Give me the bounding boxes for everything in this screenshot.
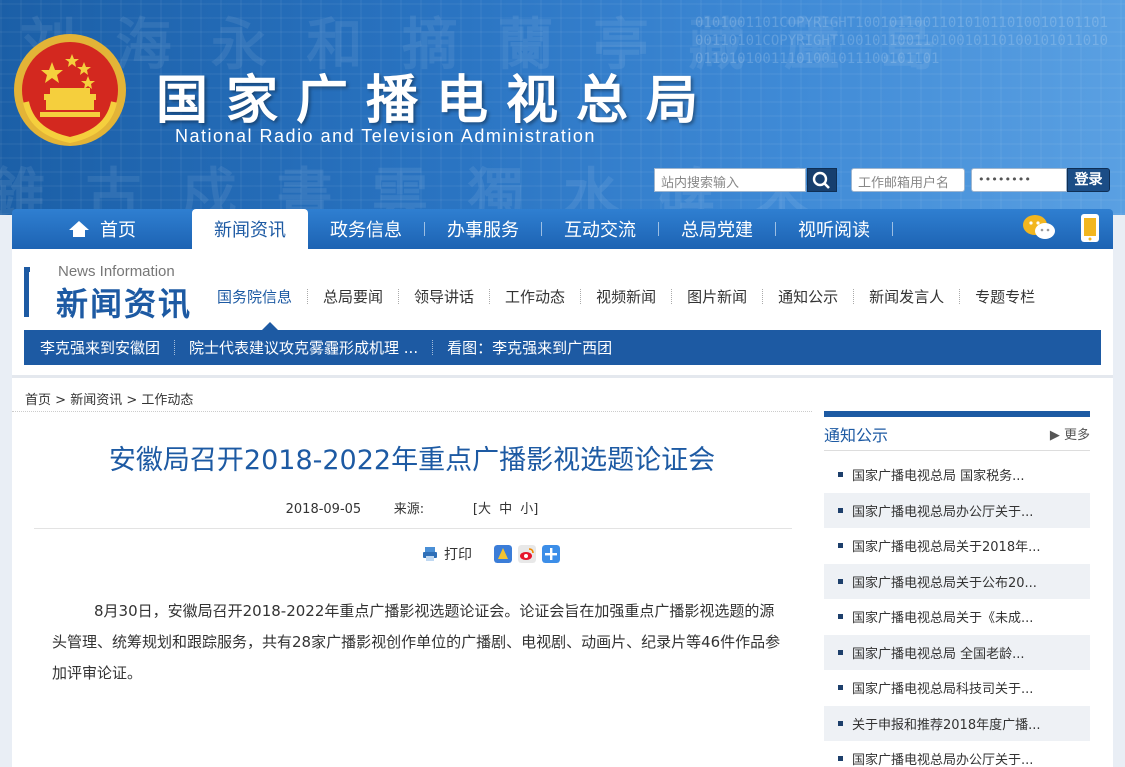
notice-panel-header: 通知公示 ▶ 更多 (824, 417, 1090, 451)
section-bracket-decor (24, 267, 30, 317)
article-source-label: 来源: (393, 502, 425, 517)
ticker-link[interactable]: 院士代表建议攻克雾霾形成机理 ... (189, 337, 432, 358)
subnav-item-video-news[interactable]: 视频新闻 (581, 286, 671, 307)
notice-item[interactable]: 国家广播电视总局 国家税务... (824, 457, 1090, 493)
notice-link[interactable]: 国家广播电视总局 全国老龄... (852, 643, 1025, 662)
nav-item-home[interactable]: 首页 (12, 209, 192, 249)
nav-item-government-info[interactable]: 政务信息 (308, 209, 424, 249)
subnav-item-topics[interactable]: 专题专栏 (960, 286, 1050, 307)
bullet-icon (838, 472, 843, 478)
ticker-pointer-decor (262, 322, 278, 330)
nav-item-services[interactable]: 办事服务 (425, 209, 541, 249)
home-icon (69, 221, 89, 237)
site-subtitle: National Radio and Television Administra… (175, 126, 596, 146)
ticker-separator (174, 340, 176, 355)
breadcrumb-level2[interactable]: 工作动态 (141, 393, 193, 408)
ticker-separator (432, 340, 434, 355)
article-body: 8月30日，安徽局召开2018-2022年重点广播影视选题论证会。论证会旨在加强… (52, 602, 781, 682)
notice-list: 国家广播电视总局 国家税务... 国家广播电视总局办公厅关于... 国家广播电视… (824, 457, 1090, 767)
bullet-icon (838, 685, 843, 691)
share-qzone-icon[interactable] (494, 545, 512, 563)
notice-link[interactable]: 国家广播电视总局办公厅关于... (852, 749, 1033, 767)
bullet-icon (838, 649, 843, 655)
site-title: 国家广播电视总局 (156, 70, 717, 131)
notice-item[interactable]: 关于申报和推荐2018年度广播... (824, 705, 1090, 741)
subnav-item-state-council[interactable]: 国务院信息 (207, 286, 307, 307)
subnav-item-notices[interactable]: 通知公示 (763, 286, 853, 307)
login-button[interactable]: 登录 (1067, 168, 1110, 192)
breadcrumb: 首页 > 新闻资讯 > 工作动态 (25, 389, 193, 408)
breadcrumb-level1[interactable]: 新闻资讯 (70, 393, 122, 408)
article-title: 安徽局召开2018-2022年重点广播影视选题论证会 (108, 445, 716, 476)
article-date: 2018-09-05 (285, 502, 362, 517)
nav-right-icons (1021, 213, 1101, 243)
content-area: 首页 > 新闻资讯 > 工作动态 安徽局召开2018-2022年重点广播影视选题… (12, 375, 1113, 767)
notice-link[interactable]: 国家广播电视总局关于《未成... (852, 607, 1033, 626)
nav-item-interaction[interactable]: 互动交流 (542, 209, 658, 249)
header-banner: 刘 海 永 和 摘 蘭 亭 藏 蘆 島 錐 古 戍 書 雲 獨 水 碑 禾 01… (0, 0, 1125, 215)
notice-link[interactable]: 关于申报和推荐2018年度广播... (852, 714, 1040, 733)
nav-item-label: 首页 (100, 220, 136, 241)
notice-item[interactable]: 国家广播电视总局关于2018年... (824, 528, 1090, 564)
section-header: News Information 新闻资讯 国务院信息 总局要闻 领导讲话 工作… (12, 249, 1113, 375)
article-tools: 打印 (422, 544, 560, 564)
banner-binary-decor: 0101001101COPYRIGHT100101100110101011010… (695, 15, 1109, 67)
bullet-icon (838, 756, 843, 762)
notice-link[interactable]: 国家广播电视总局关于公布20... (852, 572, 1037, 591)
mail-password-input[interactable]: •••••••• (971, 168, 1067, 192)
main-nav: 首页 新闻资讯 政务信息 办事服务 互动交流 总局党建 视听阅读 (12, 209, 1113, 249)
subnav-item-spokesperson[interactable]: 新闻发言人 (854, 286, 959, 307)
nav-item-audiovisual[interactable]: 视听阅读 (776, 209, 892, 249)
wechat-icon[interactable] (1021, 213, 1057, 243)
breadcrumb-separator: > (55, 393, 67, 408)
more-link[interactable]: ▶ 更多 (1050, 424, 1090, 443)
site-search-input[interactable]: 站内搜索输入 (654, 168, 806, 192)
national-emblem-icon (14, 34, 126, 146)
notice-item[interactable]: 国家广播电视总局办公厅关于... (824, 741, 1090, 767)
meta-divider (34, 528, 792, 529)
share-more-icon[interactable] (542, 545, 560, 563)
font-size-switch[interactable]: [大 中 小] (473, 502, 538, 517)
notice-item[interactable]: 国家广播电视总局科技司关于... (824, 670, 1090, 706)
headline-ticker: 李克强来到安徽团 院士代表建议攻克雾霾形成机理 ... 看图：李克强来到广西团 (24, 322, 1101, 365)
search-icon (812, 171, 830, 189)
notice-panel-title: 通知公示 (824, 425, 889, 445)
nav-separator (892, 222, 893, 236)
mobile-icon[interactable] (1079, 213, 1101, 243)
notice-item[interactable]: 国家广播电视总局关于《未成... (824, 599, 1090, 635)
notice-link[interactable]: 国家广播电视总局科技司关于... (852, 678, 1033, 697)
breadcrumb-home[interactable]: 首页 (25, 393, 51, 408)
bullet-icon (838, 614, 843, 620)
bullet-icon (838, 507, 843, 513)
nav-item-party[interactable]: 总局党建 (659, 209, 775, 249)
subnav-item-photo-news[interactable]: 图片新闻 (672, 286, 762, 307)
print-icon[interactable] (422, 546, 438, 562)
bullet-icon (838, 720, 843, 726)
ticker-link[interactable]: 看图：李克强来到广西团 (447, 337, 626, 358)
notice-link[interactable]: 国家广播电视总局关于2018年... (852, 536, 1040, 555)
bullet-icon (838, 543, 843, 549)
ticker-link[interactable]: 李克强来到安徽团 (40, 337, 174, 358)
article-meta: 2018-09-05 来源: [大 中 小] (32, 498, 792, 517)
notice-item[interactable]: 国家广播电视总局 全国老龄... (824, 634, 1090, 670)
bullet-icon (838, 578, 843, 584)
notice-link[interactable]: 国家广播电视总局办公厅关于... (852, 501, 1033, 520)
section-title-en: News Information (58, 263, 175, 280)
breadcrumb-separator: > (126, 393, 138, 408)
notice-link[interactable]: 国家广播电视总局 国家税务... (852, 465, 1025, 484)
notice-panel: 通知公示 ▶ 更多 国家广播电视总局 国家税务... 国家广播电视总局办公厅关于… (824, 411, 1090, 767)
subnav-item-speeches[interactable]: 领导讲话 (399, 286, 489, 307)
nav-item-news[interactable]: 新闻资讯 (192, 209, 308, 249)
mail-username-input[interactable]: 工作邮箱用户名 (851, 168, 965, 192)
print-label[interactable]: 打印 (444, 544, 472, 564)
breadcrumb-divider (12, 411, 812, 412)
search-button[interactable] (807, 168, 837, 192)
notice-item[interactable]: 国家广播电视总局办公厅关于... (824, 492, 1090, 528)
subnav-item-work-news[interactable]: 工作动态 (490, 286, 580, 307)
section-title-cn: 新闻资讯 (56, 285, 193, 323)
subnav-item-headlines[interactable]: 总局要闻 (308, 286, 398, 307)
sub-nav: 国务院信息 总局要闻 领导讲话 工作动态 视频新闻 图片新闻 通知公示 新闻发言… (207, 286, 1050, 307)
share-weibo-icon[interactable] (518, 545, 536, 563)
notice-item[interactable]: 国家广播电视总局关于公布20... (824, 563, 1090, 599)
